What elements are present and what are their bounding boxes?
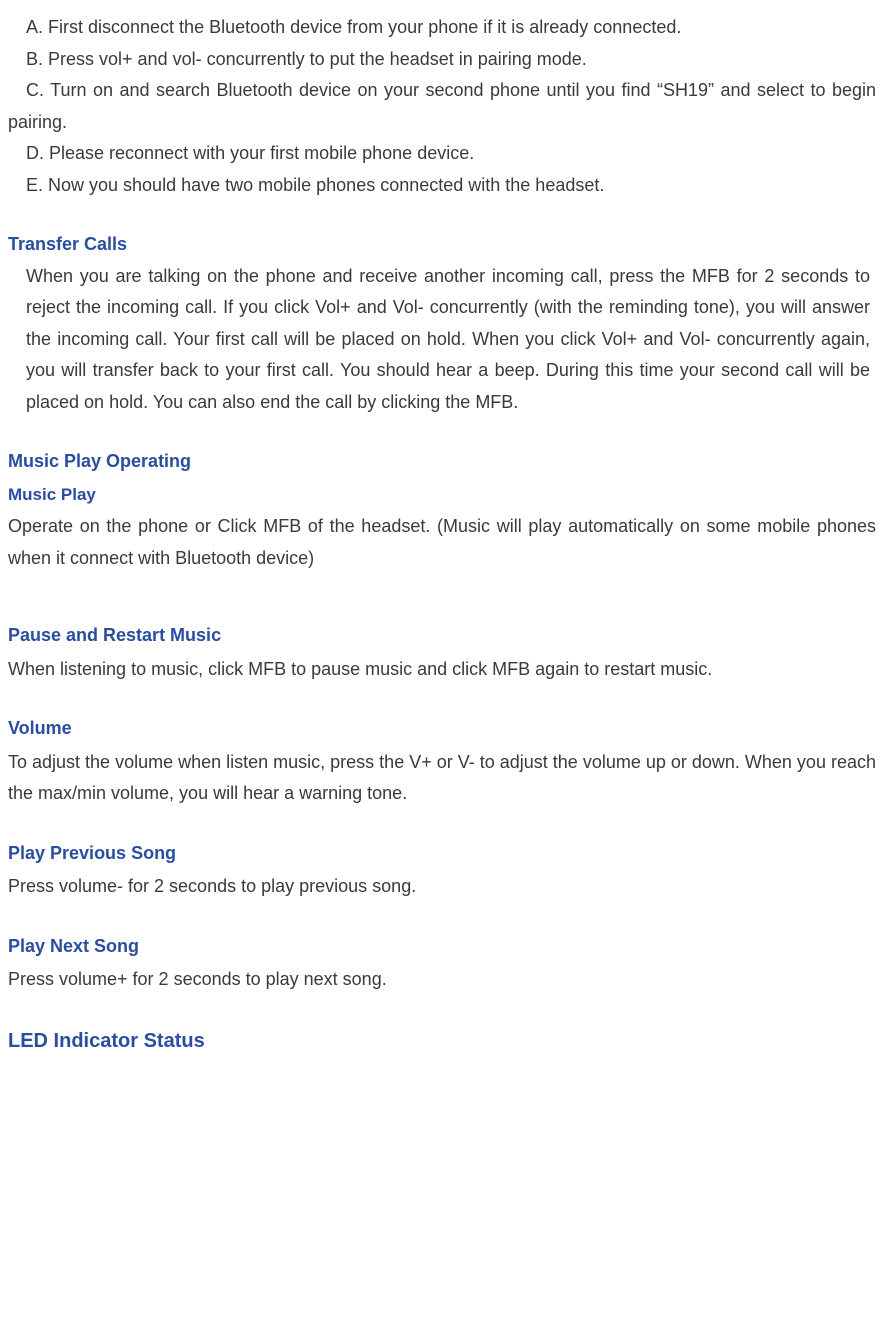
- body-music-play: Operate on the phone or Click MFB of the…: [8, 511, 876, 574]
- body-pause-restart: When listening to music, click MFB to pa…: [8, 654, 876, 686]
- step-c: C. Turn on and search Bluetooth device o…: [8, 75, 876, 138]
- heading-prev-song: Play Previous Song: [8, 838, 876, 870]
- step-c-text: C. Turn on and search Bluetooth device o…: [8, 80, 876, 132]
- body-prev-song: Press volume- for 2 seconds to play prev…: [8, 871, 876, 903]
- heading-music-play-operating: Music Play Operating: [8, 446, 876, 478]
- heading-transfer-calls: Transfer Calls: [8, 229, 876, 261]
- heading-pause-restart: Pause and Restart Music: [8, 620, 876, 652]
- body-volume: To adjust the volume when listen music, …: [8, 747, 876, 810]
- body-next-song: Press volume+ for 2 seconds to play next…: [8, 964, 876, 996]
- heading-led-indicator: LED Indicator Status: [8, 1024, 876, 1059]
- step-e: E. Now you should have two mobile phones…: [8, 170, 876, 202]
- step-d: D. Please reconnect with your first mobi…: [8, 138, 876, 170]
- subheading-music-play: Music Play: [8, 480, 876, 510]
- heading-next-song: Play Next Song: [8, 931, 876, 963]
- step-a: A. First disconnect the Bluetooth device…: [8, 12, 876, 44]
- heading-volume: Volume: [8, 713, 876, 745]
- body-transfer-calls: When you are talking on the phone and re…: [8, 261, 876, 419]
- step-b: B. Press vol+ and vol- concurrently to p…: [8, 44, 876, 76]
